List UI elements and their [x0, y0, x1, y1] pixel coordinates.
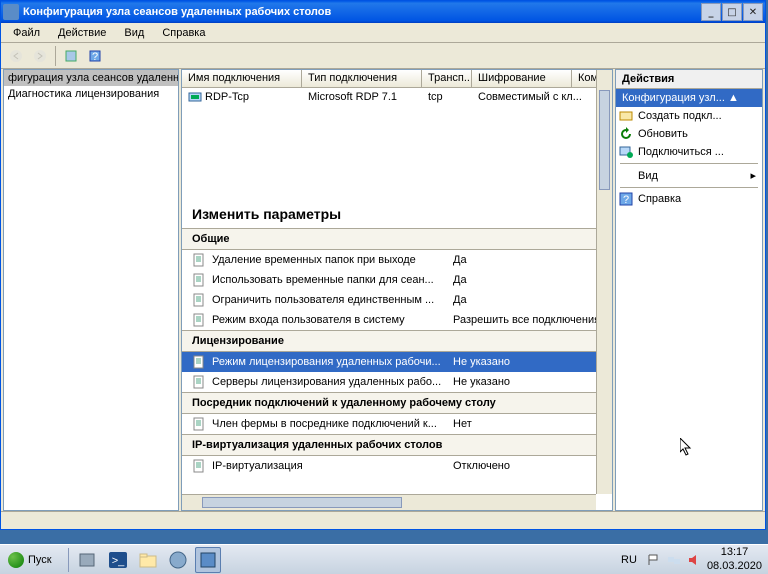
tray-sound-icon[interactable] — [687, 553, 701, 567]
content-area: фигурация узла сеансов удаленны Диагност… — [1, 69, 765, 511]
doc-icon — [192, 273, 206, 287]
col-transport[interactable]: Трансп... — [422, 70, 472, 87]
actions-title: Действия — [616, 70, 762, 89]
connect-icon — [619, 145, 633, 159]
menu-action[interactable]: Действие — [50, 25, 114, 41]
col-type[interactable]: Тип подключения — [302, 70, 422, 87]
tray-network-icon[interactable] — [667, 553, 681, 567]
setting-lic-servers[interactable]: Серверы лицензирования удаленных рабо...… — [182, 372, 612, 392]
setting-single-session[interactable]: Ограничить пользователя единственным ...… — [182, 290, 612, 310]
tray-flag-icon[interactable] — [647, 553, 661, 567]
main-window: Конфигурация узла сеансов удаленных рабо… — [0, 0, 766, 530]
help-icon: ? — [619, 192, 633, 206]
menu-view[interactable]: Вид — [116, 25, 152, 41]
actions-subtitle[interactable]: Конфигурация узл... ▲ — [616, 89, 762, 107]
window-title: Конфигурация узла сеансов удаленных рабо… — [23, 6, 701, 18]
status-bar — [1, 511, 765, 529]
svg-text:?: ? — [623, 194, 629, 206]
action-refresh[interactable]: Обновить — [616, 125, 762, 143]
section-broker: Посредник подключений к удаленному рабоч… — [182, 392, 612, 414]
action-view[interactable]: Вид ▸ — [616, 166, 762, 185]
connection-row[interactable]: RDP-Tcp Microsoft RDP 7.1 tcp Совместимы… — [182, 88, 612, 106]
svg-text:?: ? — [92, 51, 98, 63]
new-connection-icon — [619, 109, 633, 123]
clock[interactable]: 13:17 08.03.2020 — [707, 546, 762, 572]
menu-help[interactable]: Справка — [154, 25, 213, 41]
doc-icon — [192, 293, 206, 307]
section-ipvirt: IP-виртуализация удаленных рабочих столо… — [182, 434, 612, 456]
close-button[interactable]: ✕ — [743, 3, 763, 21]
conn-encryption: Совместимый с кл... — [472, 90, 592, 104]
doc-icon — [192, 375, 206, 389]
col-name[interactable]: Имя подключения — [182, 70, 302, 87]
connection-icon — [188, 90, 202, 104]
clock-date: 08.03.2020 — [707, 560, 762, 573]
doc-icon — [192, 417, 206, 431]
tree-item-licensing[interactable]: Диагностика лицензирования — [4, 86, 178, 102]
menu-file[interactable]: Файл — [5, 25, 48, 41]
scrollbar-vertical[interactable] — [596, 70, 612, 494]
menu-bar: Файл Действие Вид Справка — [1, 23, 765, 43]
doc-icon — [192, 313, 206, 327]
actions-pane: Действия Конфигурация узл... ▲ Создать п… — [615, 69, 763, 511]
action-create-connection[interactable]: Создать подкл... — [616, 107, 762, 125]
title-bar[interactable]: Конфигурация узла сеансов удаленных рабо… — [1, 1, 765, 23]
doc-icon — [192, 459, 206, 473]
taskbar[interactable]: Пуск >_ RU 13:17 08.03.2020 — [0, 544, 768, 574]
settings-title: Изменить параметры — [182, 106, 612, 228]
chevron-right-icon: ▸ — [750, 169, 756, 182]
toolbar: ? — [1, 43, 765, 69]
taskbar-explorer[interactable] — [135, 547, 161, 573]
taskbar-app1[interactable] — [165, 547, 191, 573]
scrollbar-horizontal[interactable] — [182, 494, 596, 510]
setting-lic-mode[interactable]: Режим лицензирования удаленных рабочи...… — [182, 352, 612, 372]
col-encryption[interactable]: Шифрование — [472, 70, 572, 87]
help-toolbar-button[interactable]: ? — [84, 45, 106, 67]
setting-temp-use[interactable]: Использовать временные папки для сеан...… — [182, 270, 612, 290]
main-pane: Имя подключения Тип подключения Трансп..… — [181, 69, 613, 511]
refresh-icon — [619, 127, 633, 141]
conn-name: RDP-Tcp — [205, 91, 249, 103]
start-button[interactable]: Пуск — [2, 547, 62, 573]
taskbar-rd-config[interactable] — [195, 547, 221, 573]
setting-logon-mode[interactable]: Режим входа пользователя в систему Разре… — [182, 310, 612, 330]
minimize-button[interactable]: _ — [701, 3, 721, 21]
action-toolbar-button[interactable] — [60, 45, 82, 67]
conn-transport: tcp — [422, 90, 472, 104]
doc-icon — [192, 355, 206, 369]
conn-type: Microsoft RDP 7.1 — [302, 90, 422, 104]
setting-ip-virt[interactable]: IP-виртуализация Отключено — [182, 456, 612, 476]
section-general: Общие — [182, 228, 612, 250]
system-tray: RU 13:17 08.03.2020 — [611, 546, 768, 572]
section-licensing: Лицензирование — [182, 330, 612, 352]
back-button — [5, 45, 27, 67]
action-help[interactable]: ? Справка — [616, 190, 762, 208]
action-connect[interactable]: Подключиться ... — [616, 143, 762, 161]
maximize-button[interactable]: □ — [722, 3, 742, 21]
app-icon — [3, 4, 19, 20]
setting-temp-delete[interactable]: Удаление временных папок при выходе Да — [182, 250, 612, 270]
taskbar-server-manager[interactable] — [75, 547, 101, 573]
language-indicator[interactable]: RU — [617, 552, 641, 568]
taskbar-powershell[interactable]: >_ — [105, 547, 131, 573]
column-headers: Имя подключения Тип подключения Трансп..… — [182, 70, 612, 88]
clock-time: 13:17 — [707, 546, 762, 559]
forward-button — [29, 45, 51, 67]
setting-farm-member[interactable]: Член фермы в посреднике подключений к...… — [182, 414, 612, 434]
start-orb-icon — [8, 552, 24, 568]
svg-text:>_: >_ — [111, 555, 124, 567]
doc-icon — [192, 253, 206, 267]
tree-pane[interactable]: фигурация узла сеансов удаленны Диагност… — [3, 69, 179, 511]
tree-item-config[interactable]: фигурация узла сеансов удаленны — [4, 70, 178, 86]
